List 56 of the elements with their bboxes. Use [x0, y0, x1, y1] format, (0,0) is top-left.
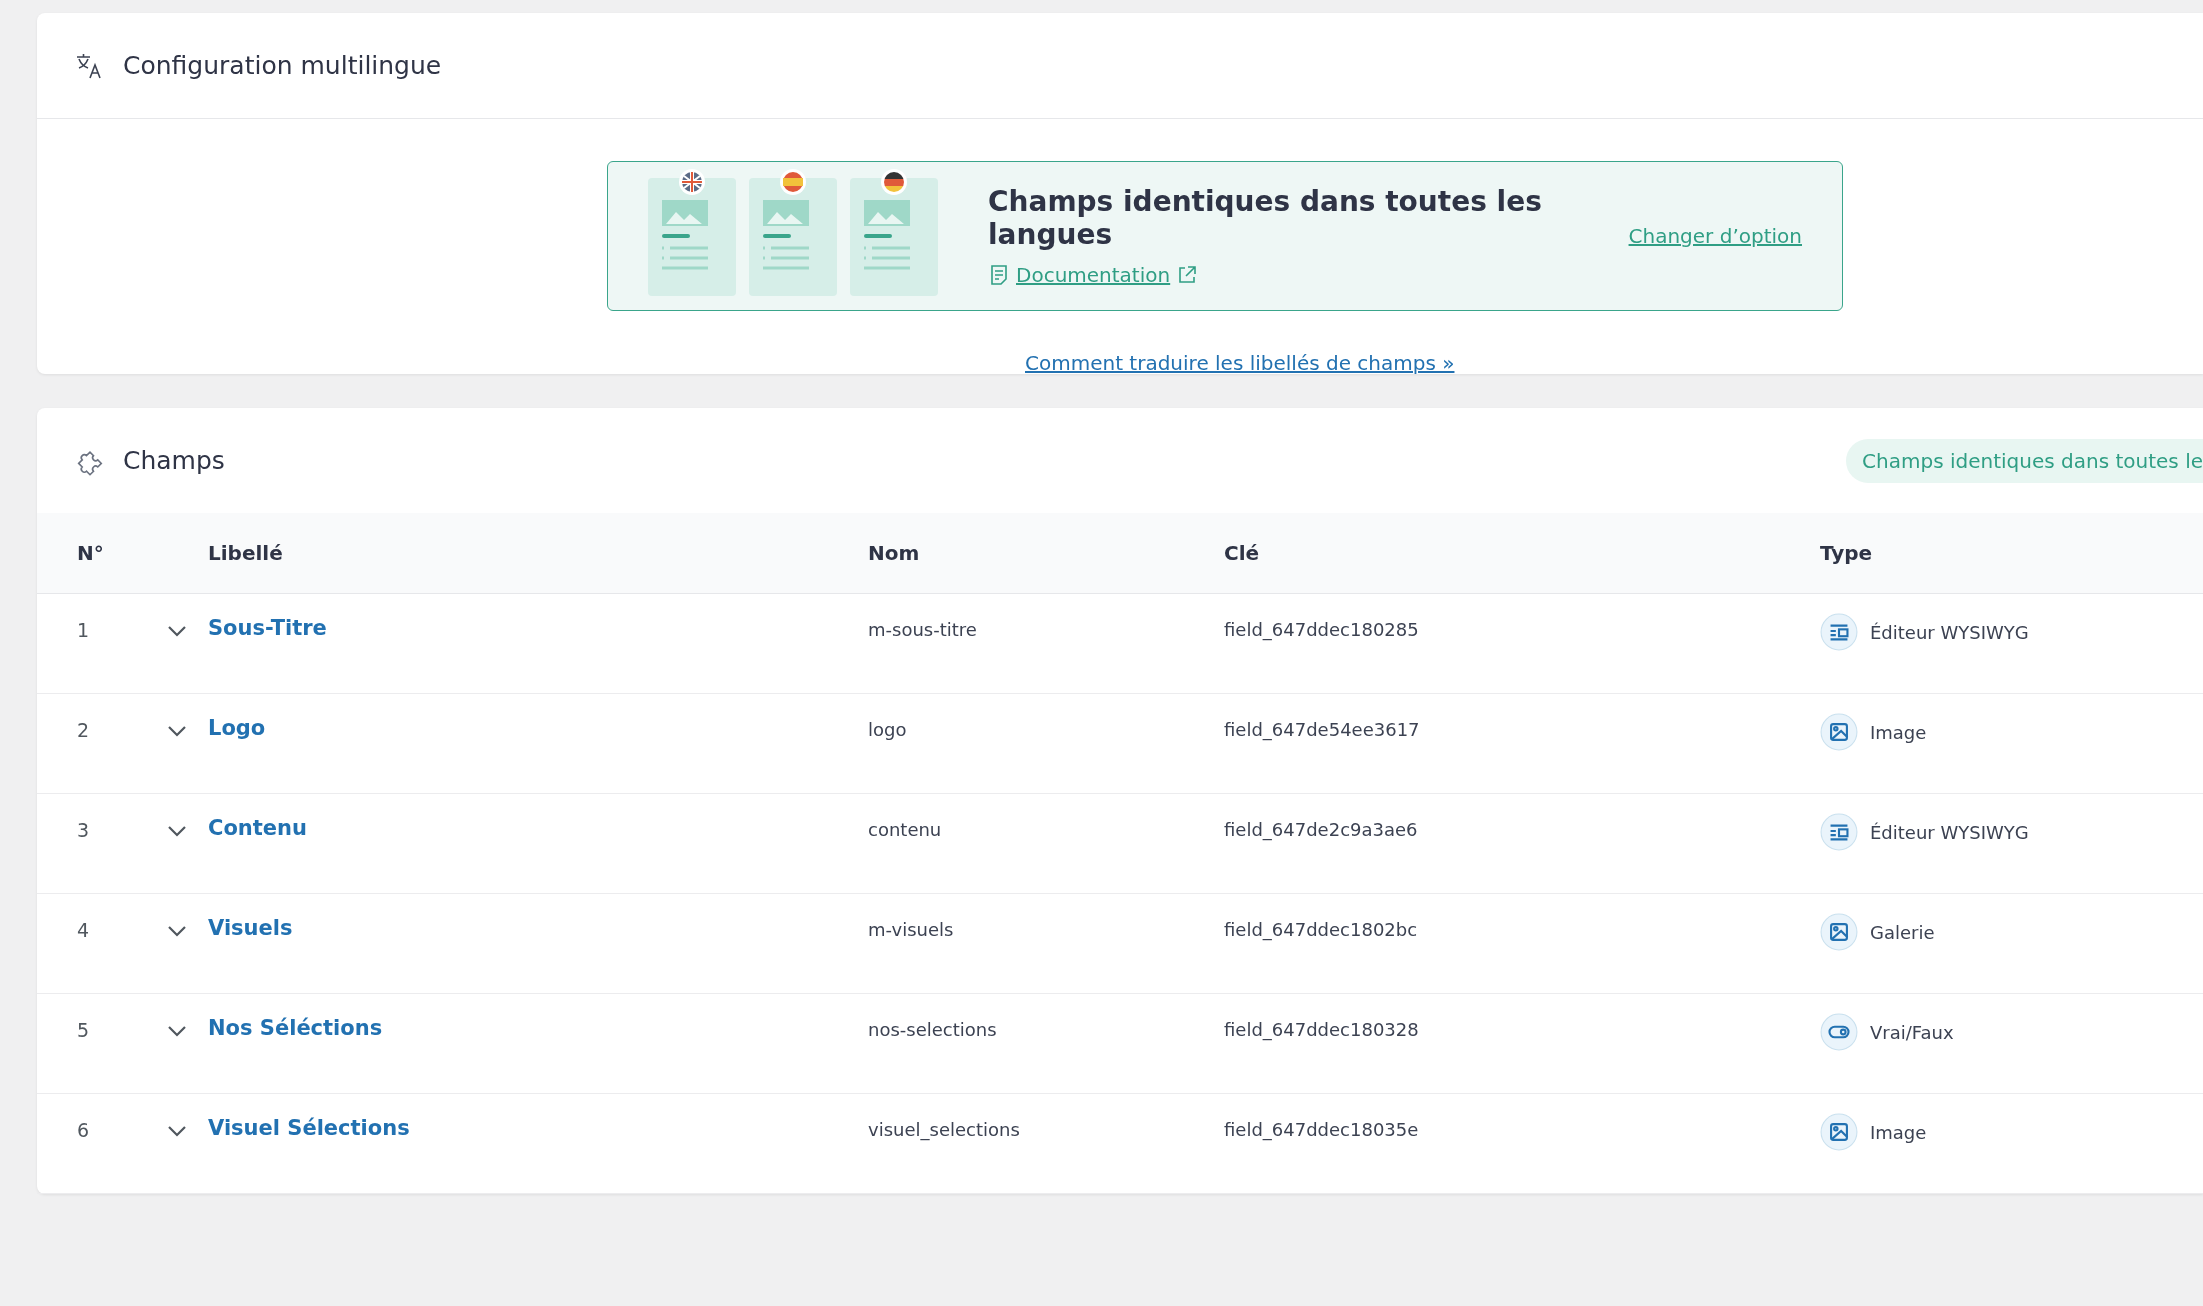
document-icon — [988, 264, 1010, 286]
field-label-link[interactable]: Contenu — [208, 816, 307, 840]
field-label-link[interactable]: Logo — [208, 716, 266, 740]
field-key: field_647ddec18035e — [1224, 1116, 1820, 1140]
image-icon — [1820, 913, 1858, 951]
column-header: Libellé — [208, 541, 284, 565]
field-label-link[interactable]: Visuel Sélections — [208, 1116, 410, 1140]
row-number: 3 — [77, 818, 91, 841]
field-key: field_647ddec180285 — [1224, 616, 1820, 640]
field-key: field_647de54ee3617 — [1224, 716, 1820, 740]
field-name: contenu — [868, 818, 943, 840]
chevron-down-icon[interactable] — [166, 924, 188, 938]
row-number: 6 — [77, 1118, 91, 1141]
field-key: field_647ddec1802bc — [1224, 916, 1820, 940]
change-option-link[interactable]: Changer d’option — [1628, 224, 1802, 248]
field-name: nos-selections — [868, 1018, 998, 1040]
field-type: Éditeur WYSIWYG — [1870, 821, 2029, 843]
field-type: Galerie — [1870, 921, 1935, 943]
translation-mode-badge: Champs identiques dans toutes le — [1846, 438, 2203, 483]
field-type: Vrai/Faux — [1870, 1021, 1954, 1043]
field-key: field_647de2c9a3ae6 — [1224, 816, 1820, 840]
chevron-down-icon[interactable] — [166, 824, 188, 838]
image-icon — [1820, 1113, 1858, 1151]
card-title: Champs — [123, 446, 226, 475]
toggle-icon — [1820, 1013, 1858, 1051]
field-type: Image — [1870, 721, 1927, 743]
column-header: N° — [77, 541, 105, 565]
column-header: Clé — [1224, 541, 1261, 565]
field-name: logo — [868, 718, 908, 740]
help-link[interactable]: Comment traduire les libellés de champs » — [1025, 351, 1455, 375]
row-number: 1 — [77, 618, 91, 641]
field-name: m-visuels — [868, 918, 955, 940]
chevron-down-icon[interactable] — [166, 1024, 188, 1038]
field-type: Image — [1870, 1121, 1927, 1143]
field-label-link[interactable]: Nos Séléctions — [208, 1016, 383, 1040]
chevron-down-icon[interactable] — [166, 724, 188, 738]
column-header: Nom — [868, 541, 921, 565]
editor-icon — [1820, 613, 1858, 651]
field-name: visuel_selections — [868, 1118, 1021, 1140]
documentation-link[interactable]: Documentation — [1016, 263, 1171, 287]
field-label-link[interactable]: Sous-Titre — [208, 616, 327, 640]
field-key: field_647ddec180328 — [1224, 1016, 1820, 1040]
field-label-link[interactable]: Visuels — [208, 916, 293, 940]
row-number: 2 — [77, 718, 91, 741]
field-name: m-sous-titre — [868, 618, 978, 640]
chevron-down-icon[interactable] — [166, 1124, 188, 1138]
external-link-icon — [1176, 264, 1199, 286]
field-type: Éditeur WYSIWYG — [1870, 621, 2029, 643]
row-number: 4 — [77, 918, 91, 941]
chevron-down-icon[interactable] — [166, 624, 188, 638]
card-title: Configuration multilingue — [123, 51, 443, 80]
image-icon — [1820, 713, 1858, 751]
column-header: Type — [1820, 541, 1874, 565]
banner-heading: Champs identiques dans toutes les langues — [988, 185, 1543, 251]
row-number: 5 — [77, 1018, 91, 1041]
editor-icon — [1820, 813, 1858, 851]
